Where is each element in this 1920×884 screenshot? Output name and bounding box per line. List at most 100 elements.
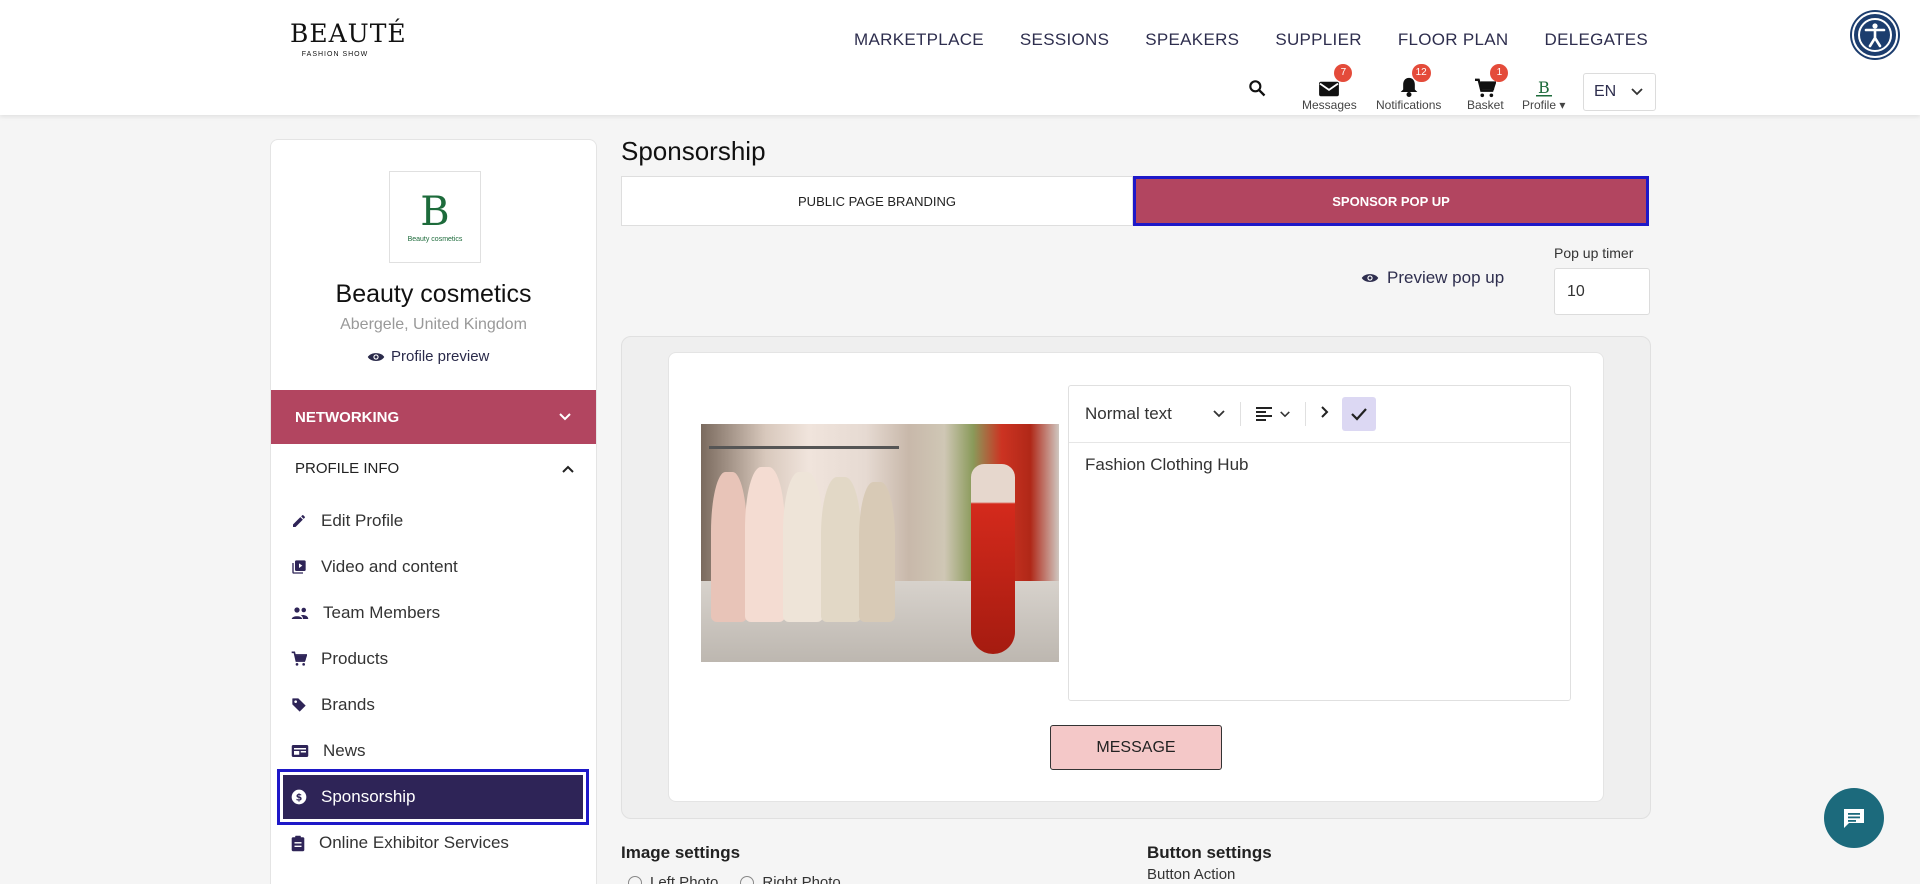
- networking-section-toggle[interactable]: NETWORKING: [271, 390, 596, 444]
- language-value: EN: [1594, 83, 1617, 100]
- basket-button[interactable]: 1 Basket: [1467, 64, 1509, 112]
- svg-text:$: $: [296, 792, 303, 803]
- clipboard-icon: [291, 835, 305, 851]
- profile-preview-link[interactable]: Profile preview: [367, 348, 489, 365]
- chevron-right-icon: [1321, 406, 1329, 418]
- sidebar-item-video-content[interactable]: Video and content: [291, 547, 581, 587]
- chat-button[interactable]: [1824, 788, 1884, 848]
- sidebar-item-label: Products: [321, 649, 389, 668]
- sidebar-item-news[interactable]: News: [291, 731, 581, 771]
- nav-sessions[interactable]: SESSIONS: [1020, 30, 1109, 50]
- messages-button[interactable]: 7 Messages: [1302, 64, 1357, 112]
- image-position-radios: Left Photo Right Photo: [628, 874, 841, 884]
- right-photo-option[interactable]: Right Photo: [740, 874, 841, 884]
- notifications-badge: 12: [1411, 64, 1431, 82]
- editor-content[interactable]: Fashion Clothing Hub: [1069, 443, 1570, 487]
- align-left-icon: [1255, 407, 1272, 421]
- logo-main: BEAUTÉ: [290, 19, 407, 48]
- notifications-button[interactable]: 12 Notifications: [1376, 64, 1442, 112]
- accessibility-icon: [1858, 18, 1892, 52]
- profile-preview-label: Profile preview: [391, 348, 490, 365]
- chevron-down-icon: [559, 413, 571, 421]
- preview-popup-link[interactable]: Preview pop up: [1361, 268, 1504, 288]
- photo-dress: [821, 477, 861, 622]
- sidebar-item-label: Online Exhibitor Services: [319, 833, 509, 852]
- messages-badge: 7: [1334, 64, 1353, 82]
- confirm-button[interactable]: [1341, 397, 1376, 431]
- nav-speakers[interactable]: SPEAKERS: [1145, 30, 1239, 50]
- chevron-up-icon: [562, 465, 574, 473]
- sidebar-item-team-members[interactable]: Team Members: [291, 593, 581, 633]
- networking-label: NETWORKING: [295, 408, 400, 426]
- search-icon: [1247, 72, 1267, 98]
- right-photo-label: Right Photo: [762, 874, 841, 884]
- left-photo-option[interactable]: Left Photo: [628, 874, 718, 884]
- nav-floor-plan[interactable]: FLOOR PLAN: [1398, 30, 1509, 50]
- bell-icon: 12: [1399, 64, 1431, 98]
- language-select[interactable]: EN: [1583, 73, 1656, 111]
- accessibility-button[interactable]: [1852, 12, 1898, 58]
- sidebar-item-products[interactable]: Products: [291, 639, 581, 679]
- radio-icon: [740, 875, 755, 884]
- profile-menu[interactable]: B Profile ▾: [1522, 72, 1565, 112]
- photo-dress: [783, 472, 823, 622]
- nav-delegates[interactable]: DELEGATES: [1545, 30, 1648, 50]
- tab-public-page-branding[interactable]: PUBLIC PAGE BRANDING: [621, 176, 1133, 226]
- top-header: BEAUTÉ FASHION SHOW MARKETPLACE SESSIONS…: [0, 0, 1920, 115]
- button-settings-heading: Button settings: [1147, 843, 1272, 862]
- sidebar-item-edit-profile[interactable]: Edit Profile: [291, 501, 581, 541]
- pencil-icon: [293, 515, 305, 527]
- sidebar-item-brands[interactable]: Brands: [291, 685, 581, 725]
- avatar: B: [1535, 72, 1553, 98]
- tab-sponsor-pop-up[interactable]: SPONSOR POP UP: [1133, 176, 1649, 226]
- company-logo-letter: B: [420, 188, 450, 235]
- button-action-label: Button Action: [1147, 866, 1236, 883]
- tag-icon: [292, 698, 306, 712]
- eye-icon: [367, 352, 385, 361]
- profile-info-label: PROFILE INFO: [295, 460, 400, 477]
- sidebar-item-label: Video and content: [321, 557, 458, 576]
- logo-sub: FASHION SHOW: [301, 51, 369, 58]
- cart-icon: [291, 651, 307, 666]
- popup-timer-input[interactable]: [1554, 268, 1650, 315]
- chevron-down-icon: [1280, 410, 1290, 417]
- editor-toolbar: Normal text: [1069, 386, 1570, 443]
- people-icon: [291, 607, 309, 619]
- basket-label: Basket: [1467, 98, 1504, 112]
- site-logo[interactable]: BEAUTÉ FASHION SHOW: [290, 19, 407, 59]
- profile-info-section-toggle[interactable]: PROFILE INFO: [295, 460, 575, 477]
- sidebar-item-online-exhibitor-services[interactable]: Online Exhibitor Services: [291, 823, 581, 863]
- nav-supplier[interactable]: SUPPLIER: [1275, 30, 1362, 50]
- dollar-icon: $: [291, 789, 307, 805]
- popup-timer-label: Pop up timer: [1554, 245, 1634, 261]
- message-button[interactable]: MESSAGE: [1050, 725, 1222, 770]
- notifications-label: Notifications: [1376, 98, 1442, 112]
- preview-popup-label: Preview pop up: [1387, 268, 1505, 287]
- news-icon: [291, 745, 309, 757]
- cart-icon: 1: [1474, 64, 1509, 98]
- popup-image[interactable]: [701, 424, 1059, 662]
- profile-label-text: Profile: [1522, 98, 1557, 112]
- company-logo: B Beauty cosmetics: [389, 171, 481, 263]
- photo-clothing-rack: [709, 446, 899, 449]
- chevron-down-icon: [1631, 88, 1643, 96]
- main-nav: MARKETPLACE SESSIONS SPEAKERS SUPPLIER F…: [854, 30, 1648, 50]
- sidebar-item-label: Brands: [321, 695, 375, 714]
- text-style-select[interactable]: Normal text: [1085, 402, 1241, 426]
- sidebar-item-label: Team Members: [323, 603, 441, 622]
- rich-text-editor: Normal text Fashion Clothing Hub: [1068, 385, 1571, 701]
- eye-icon: [1361, 274, 1379, 282]
- sidebar-item-sponsorship[interactable]: $ Sponsorship: [277, 769, 589, 825]
- alignment-select[interactable]: [1241, 402, 1306, 426]
- search-button[interactable]: [1247, 72, 1267, 98]
- sidebar-item-label: Edit Profile: [321, 511, 404, 530]
- company-location: Abergele, United Kingdom: [340, 316, 527, 333]
- photo-dress: [859, 482, 895, 622]
- text-style-value: Normal text: [1085, 404, 1172, 423]
- profile-sidebar: B Beauty cosmetics Beauty cosmetics Aber…: [270, 139, 597, 884]
- sidebar-item-label: Sponsorship: [321, 787, 416, 806]
- nav-marketplace[interactable]: MARKETPLACE: [854, 30, 984, 50]
- sponsorship-tabs: PUBLIC PAGE BRANDING SPONSOR POP UP: [621, 176, 1649, 226]
- more-tools-button[interactable]: [1320, 404, 1330, 424]
- messages-label: Messages: [1302, 98, 1357, 112]
